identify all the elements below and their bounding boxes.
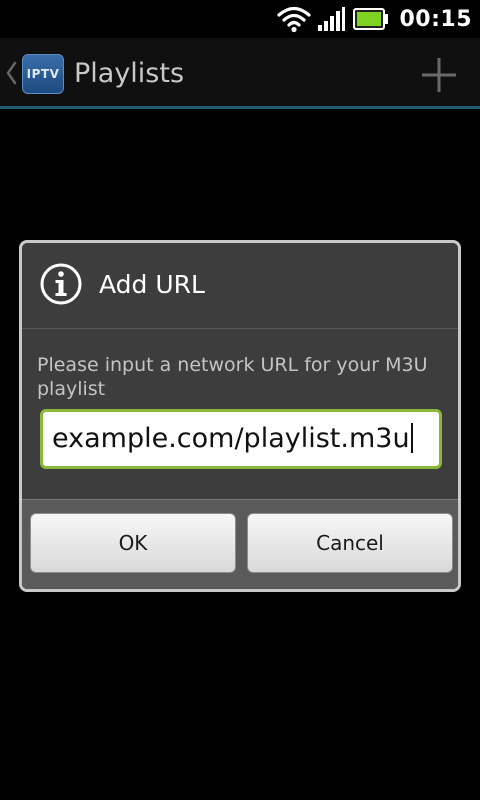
url-input[interactable]: example.com/playlist.m3u [40,409,442,469]
ok-button[interactable]: OK [30,513,236,573]
page-title: Playlists [74,58,185,89]
dialog-header: Add URL [22,243,458,329]
wifi-icon [277,6,312,33]
status-icons: 00:15 [277,4,472,34]
url-input-value: example.com/playlist.m3u [52,423,410,454]
action-bar-divider [0,106,480,109]
battery-icon [353,8,389,30]
back-chevron-icon[interactable] [4,60,18,86]
signal-icon [318,7,346,31]
add-url-dialog: Add URL Please input a network URL for y… [19,240,461,592]
app-logo[interactable]: IPTV [22,54,64,94]
info-icon [40,263,82,305]
action-bar [0,38,480,106]
status-clock: 00:15 [399,6,472,32]
cancel-button[interactable]: Cancel [247,513,453,573]
dialog-title: Add URL [99,270,205,299]
screen: 00:15 IPTV Playlists Add URL Please inpu… [0,0,480,800]
dialog-message: Please input a network URL for your M3U … [37,354,428,400]
dialog-button-bar: OK Cancel [22,499,458,589]
text-cursor [410,422,413,453]
add-icon[interactable] [420,56,458,94]
status-bar: 00:15 [0,0,480,38]
